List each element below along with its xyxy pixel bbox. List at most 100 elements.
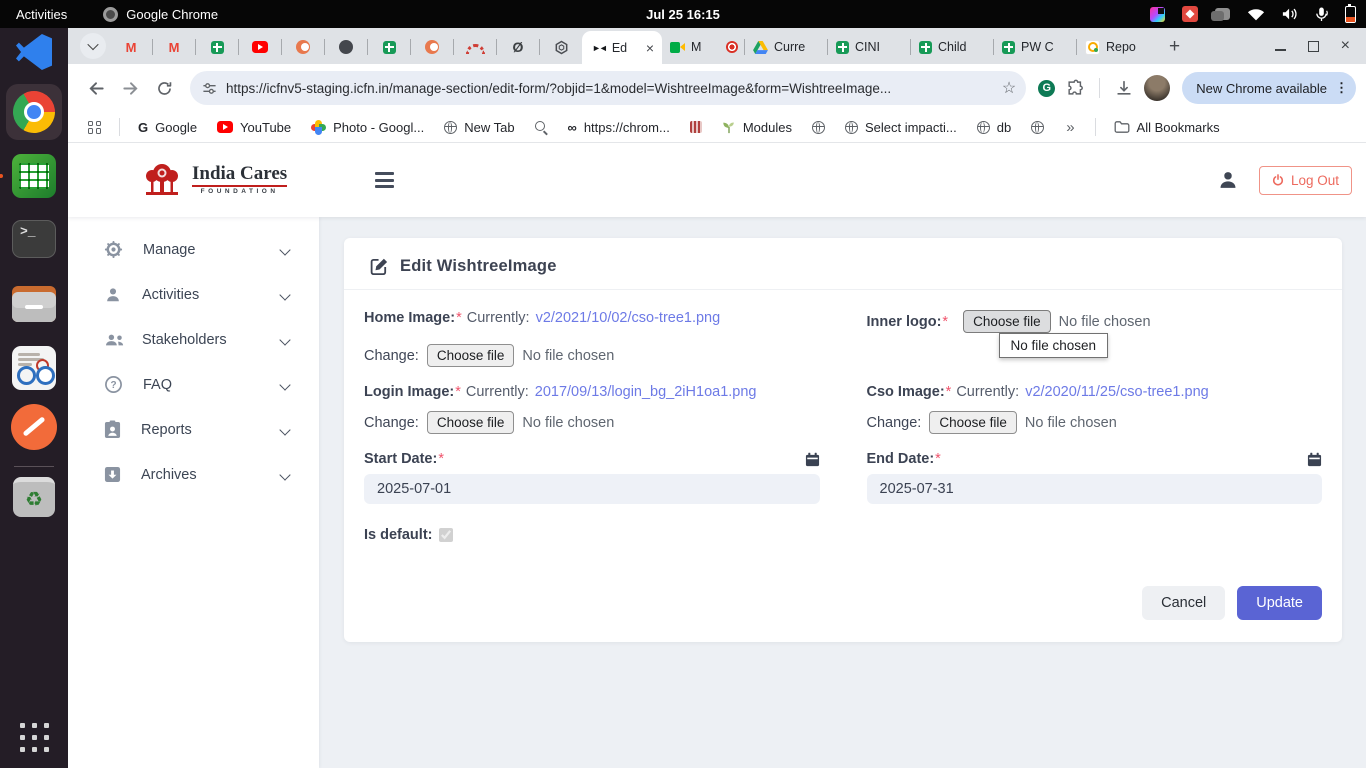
battery-icon[interactable] [1345, 6, 1356, 23]
url-text[interactable]: https://icfnv5-staging.icfn.in/manage-se… [226, 81, 993, 96]
bookmark-new-tab[interactable]: New Tab [436, 117, 522, 138]
tab-sheets-1[interactable] [196, 30, 238, 64]
microphone-icon[interactable] [1315, 7, 1328, 22]
tab-youtube[interactable] [239, 30, 281, 64]
focused-app-chip[interactable]: Google Chrome [103, 7, 218, 22]
home-image-link[interactable]: v2/2021/10/02/cso-tree1.png [536, 310, 721, 326]
wifi-icon[interactable] [1247, 8, 1265, 21]
window-minimize-button[interactable] [1275, 49, 1286, 51]
start-date-input[interactable] [364, 474, 820, 504]
forward-button[interactable] [116, 79, 144, 98]
sidebar-item-faq[interactable]: ? FAQ [68, 362, 319, 407]
login-image-choose-file-button[interactable]: Choose file [427, 411, 515, 434]
bookmark-youtube[interactable]: YouTube [209, 117, 299, 138]
bookmark-globe-2[interactable] [1023, 118, 1052, 137]
clock[interactable]: Jul 25 16:15 [646, 7, 720, 22]
inner-logo-choose-file-button[interactable]: Choose file [963, 310, 1051, 333]
window-close-button[interactable]: × [1341, 38, 1350, 54]
question-circle-icon: ? [104, 375, 123, 394]
calendar-icon[interactable] [805, 452, 820, 467]
tab-gmail-1[interactable]: M [110, 30, 152, 64]
dock-item-postman[interactable] [11, 404, 57, 450]
browser-menu-icon[interactable]: ⋮ [1335, 80, 1348, 96]
tab-sheets-child[interactable]: Child [911, 30, 993, 64]
dock-item-trash[interactable]: ♻ [13, 477, 55, 517]
tab-claude-2[interactable] [411, 30, 453, 64]
tab-meet[interactable]: M [662, 30, 744, 64]
notifications-icon[interactable] [1215, 8, 1230, 20]
tab-dark-site[interactable] [325, 30, 367, 64]
tab-red-arc[interactable] [454, 30, 496, 64]
reload-button[interactable] [150, 80, 178, 97]
cso-image-link[interactable]: v2/2020/11/25/cso-tree1.png [1025, 384, 1209, 400]
sidebar-item-archives[interactable]: Archives [68, 452, 319, 497]
inner-logo-field: Inner logo:* Choose file No file chosen … [867, 310, 1323, 333]
is-default-checkbox[interactable] [439, 528, 453, 542]
activities-button[interactable]: Activities [16, 7, 67, 22]
tab-openai[interactable] [540, 30, 582, 64]
bookmark-apps[interactable] [80, 118, 109, 137]
site-settings-icon[interactable] [202, 81, 217, 96]
toolbox-icon[interactable] [1150, 7, 1165, 22]
bookmark-red-app[interactable] [682, 118, 710, 136]
address-bar[interactable]: https://icfnv5-staging.icfn.in/manage-se… [190, 71, 1026, 105]
site-logo[interactable]: India Cares FOUNDATION [140, 162, 287, 198]
bookmark-globe-1[interactable] [804, 118, 833, 137]
new-tab-button[interactable]: + [1169, 36, 1180, 58]
bookmarks-overflow-button[interactable]: » [1056, 119, 1084, 136]
dock-item-terminal[interactable]: >_ [12, 220, 56, 258]
bookmark-select-impact[interactable]: Select impacti... [837, 117, 965, 138]
dock-item-app-grid[interactable] [20, 723, 49, 752]
dock-item-files[interactable] [12, 286, 56, 322]
dock-item-document-viewer[interactable] [12, 346, 56, 390]
tab-sheets-2[interactable] [368, 30, 410, 64]
cso-image-choose-file-button[interactable]: Choose file [929, 411, 1017, 434]
bookmark-google[interactable]: GGoogle [130, 117, 205, 138]
sidebar-item-manage[interactable]: Manage [68, 227, 319, 272]
bookmark-chrom[interactable]: ∞https://chrom... [560, 117, 678, 138]
volume-icon[interactable] [1282, 7, 1298, 21]
tab-search-button[interactable] [80, 33, 106, 59]
tab-drive[interactable]: Curre [745, 30, 827, 64]
user-icon[interactable] [1217, 169, 1239, 191]
sidebar-item-stakeholders[interactable]: Stakeholders [68, 317, 319, 362]
tab-gmail-2[interactable]: M [153, 30, 195, 64]
home-image-choose-file-button[interactable]: Choose file [427, 344, 515, 367]
is-default-field: Is default: [364, 527, 820, 543]
dock-item-chrome[interactable] [6, 84, 62, 140]
downloads-button[interactable] [1110, 79, 1138, 97]
calendar-icon[interactable] [1307, 452, 1322, 467]
grammarly-extension-icon[interactable]: G [1038, 80, 1055, 97]
dock-item-vscode[interactable] [16, 34, 52, 70]
sidebar-item-activities[interactable]: Activities [68, 272, 319, 317]
bookmark-star-icon[interactable]: ☆ [1002, 78, 1016, 98]
tab-close-button[interactable]: × [646, 41, 654, 55]
extensions-button[interactable] [1061, 79, 1089, 97]
profile-avatar[interactable] [1144, 75, 1170, 101]
bookmark-photos[interactable]: Photo - Googl... [303, 117, 432, 138]
dock-item-libreoffice-calc[interactable] [12, 154, 56, 198]
app-grid-icon [20, 723, 49, 752]
window-restore-button[interactable] [1308, 41, 1319, 52]
tab-active-edit[interactable]: ►◄ Ed × [582, 31, 662, 64]
tab-null[interactable]: Ø [497, 30, 539, 64]
login-image-link[interactable]: 2017/09/13/login_bg_2iH1oa1.png [535, 384, 757, 400]
bookmark-search[interactable] [527, 118, 556, 137]
back-button[interactable] [82, 79, 110, 98]
screenshare-icon[interactable] [1182, 6, 1198, 22]
tab-repo[interactable]: Repo [1077, 30, 1159, 64]
tab-claude-1[interactable] [282, 30, 324, 64]
cancel-button[interactable]: Cancel [1142, 586, 1225, 620]
archive-box-icon [104, 466, 121, 483]
bookmark-modules[interactable]: Modules [714, 117, 800, 138]
all-bookmarks-button[interactable]: All Bookmarks [1106, 117, 1228, 138]
bookmark-db[interactable]: db [969, 117, 1019, 138]
update-button[interactable]: Update [1237, 586, 1322, 620]
chrome-update-button[interactable]: New Chrome available ⋮ [1182, 72, 1356, 104]
end-date-input[interactable] [867, 474, 1323, 504]
sidebar-toggle-button[interactable] [375, 172, 394, 188]
tab-sheets-cini[interactable]: CINI [828, 30, 910, 64]
tab-sheets-pw[interactable]: PW C [994, 30, 1076, 64]
sidebar-item-reports[interactable]: Reports [68, 407, 319, 452]
logout-button[interactable]: Log Out [1259, 166, 1352, 195]
